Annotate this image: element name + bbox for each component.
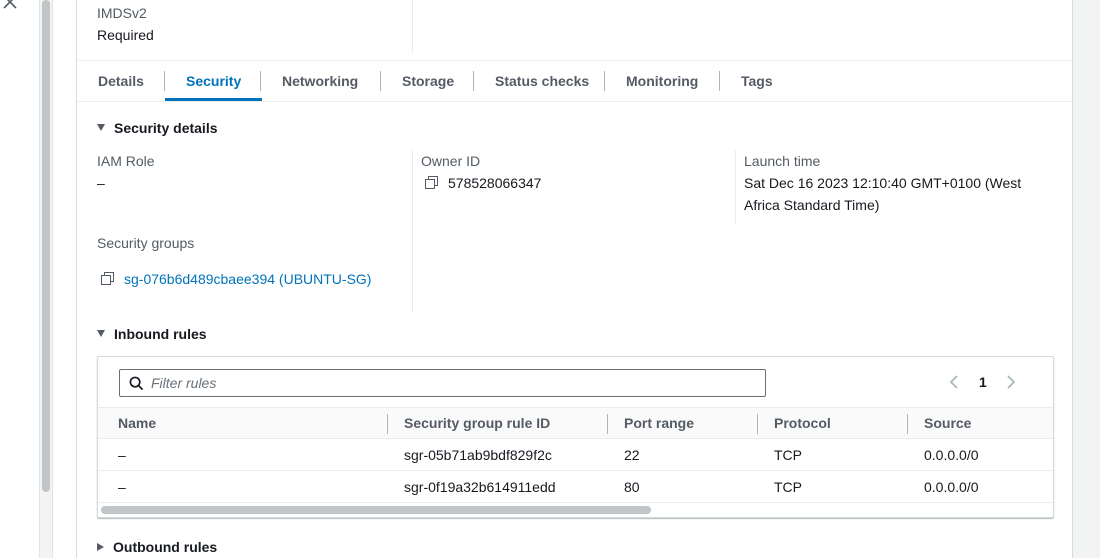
caret-down-icon bbox=[97, 330, 105, 337]
column-header-protocol[interactable]: Protocol bbox=[774, 408, 831, 438]
vertical-scrollbar-thumb[interactable] bbox=[42, 0, 50, 492]
imds-value: Required bbox=[97, 27, 154, 43]
launch-time-line-1: Sat Dec 16 2023 12:10:40 GMT+0100 (West bbox=[744, 175, 1022, 191]
filter-rules-input[interactable] bbox=[151, 370, 751, 396]
imds-label: IMDSv2 bbox=[97, 5, 147, 21]
details-tabs: Details Security Networking Storage Stat… bbox=[77, 62, 1072, 102]
copy-icon[interactable] bbox=[425, 176, 439, 190]
column-divider bbox=[412, 0, 413, 54]
search-icon bbox=[129, 376, 144, 391]
page-background bbox=[1073, 0, 1100, 558]
tab-storage[interactable]: Storage bbox=[381, 62, 475, 100]
iam-role-value: – bbox=[97, 175, 105, 191]
left-gutter bbox=[0, 0, 40, 558]
caret-down-icon bbox=[97, 124, 105, 131]
filter-rules-field[interactable] bbox=[119, 369, 766, 397]
column-resizer[interactable] bbox=[387, 414, 388, 434]
cell-port-range: 22 bbox=[624, 447, 640, 463]
table-header: Name Security group rule ID Port range P… bbox=[98, 407, 1053, 439]
iam-role-label: IAM Role bbox=[97, 153, 155, 169]
cell-rule-id: sgr-05b71ab9bdf829f2c bbox=[404, 447, 552, 463]
cell-rule-id: sgr-0f19a32b614911edd bbox=[404, 479, 556, 495]
tab-monitoring[interactable]: Monitoring bbox=[605, 62, 719, 100]
security-details-toggle[interactable]: Security details bbox=[97, 119, 218, 137]
table-row[interactable]: – sgr-05b71ab9bdf829f2c 22 TCP 0.0.0.0/0 bbox=[98, 439, 1053, 471]
column-divider bbox=[735, 150, 736, 224]
column-header-source[interactable]: Source bbox=[924, 408, 971, 438]
tab-networking[interactable]: Networking bbox=[261, 62, 379, 100]
caret-right-icon bbox=[97, 543, 104, 551]
column-divider bbox=[412, 150, 413, 312]
cell-port-range: 80 bbox=[624, 479, 640, 495]
instance-metadata-block: IMDSv2 Required bbox=[77, 0, 1072, 61]
cell-source: 0.0.0.0/0 bbox=[924, 447, 979, 463]
security-details-title: Security details bbox=[114, 120, 218, 136]
column-resizer[interactable] bbox=[907, 414, 908, 434]
cell-name: – bbox=[118, 447, 126, 463]
inbound-rules-toggle[interactable]: Inbound rules bbox=[97, 325, 207, 343]
column-header-port-range[interactable]: Port range bbox=[624, 408, 694, 438]
security-group-entry: sg-076b6d489cbaee394 (UBUNTU-SG) bbox=[101, 270, 371, 288]
tab-details[interactable]: Details bbox=[77, 62, 165, 100]
tab-status-checks[interactable]: Status checks bbox=[474, 62, 610, 100]
security-groups-label: Security groups bbox=[97, 235, 195, 251]
tab-tags[interactable]: Tags bbox=[720, 62, 794, 100]
copy-icon[interactable] bbox=[101, 272, 115, 286]
column-resizer[interactable] bbox=[607, 414, 608, 434]
owner-id-text: 578528066347 bbox=[448, 175, 542, 191]
outbound-rules-title: Outbound rules bbox=[113, 539, 218, 555]
horizontal-scrollbar-thumb[interactable] bbox=[101, 506, 651, 514]
pagination: 1 bbox=[949, 371, 1029, 393]
tab-security[interactable]: Security bbox=[165, 62, 263, 101]
column-header-name[interactable]: Name bbox=[118, 408, 156, 438]
cell-source: 0.0.0.0/0 bbox=[924, 479, 979, 495]
column-header-rule-id[interactable]: Security group rule ID bbox=[404, 408, 550, 438]
launch-time-label: Launch time bbox=[744, 153, 821, 169]
cell-protocol: TCP bbox=[774, 447, 802, 463]
cell-name: – bbox=[118, 479, 126, 495]
outbound-rules-toggle[interactable]: Outbound rules bbox=[97, 538, 217, 556]
inbound-rules-title: Inbound rules bbox=[114, 326, 207, 342]
launch-time-line-2: Africa Standard Time) bbox=[744, 197, 880, 213]
column-resizer[interactable] bbox=[757, 414, 758, 434]
instance-details-panel: IMDSv2 Required Details Security Network… bbox=[76, 0, 1073, 558]
inbound-rules-table-container: 1 Name Security group rule ID Port range… bbox=[97, 356, 1054, 518]
page-number[interactable]: 1 bbox=[979, 371, 987, 393]
owner-id-label: Owner ID bbox=[421, 153, 481, 169]
close-icon[interactable] bbox=[2, 0, 18, 10]
table-row[interactable]: – sgr-0f19a32b614911edd 80 TCP 0.0.0.0/0 bbox=[98, 471, 1053, 503]
cell-protocol: TCP bbox=[774, 479, 802, 495]
chevron-left-icon[interactable] bbox=[949, 375, 959, 389]
security-group-link[interactable]: sg-076b6d489cbaee394 (UBUNTU-SG) bbox=[124, 271, 371, 287]
chevron-right-icon[interactable] bbox=[1006, 375, 1016, 389]
owner-id-value: 578528066347 bbox=[425, 174, 541, 192]
